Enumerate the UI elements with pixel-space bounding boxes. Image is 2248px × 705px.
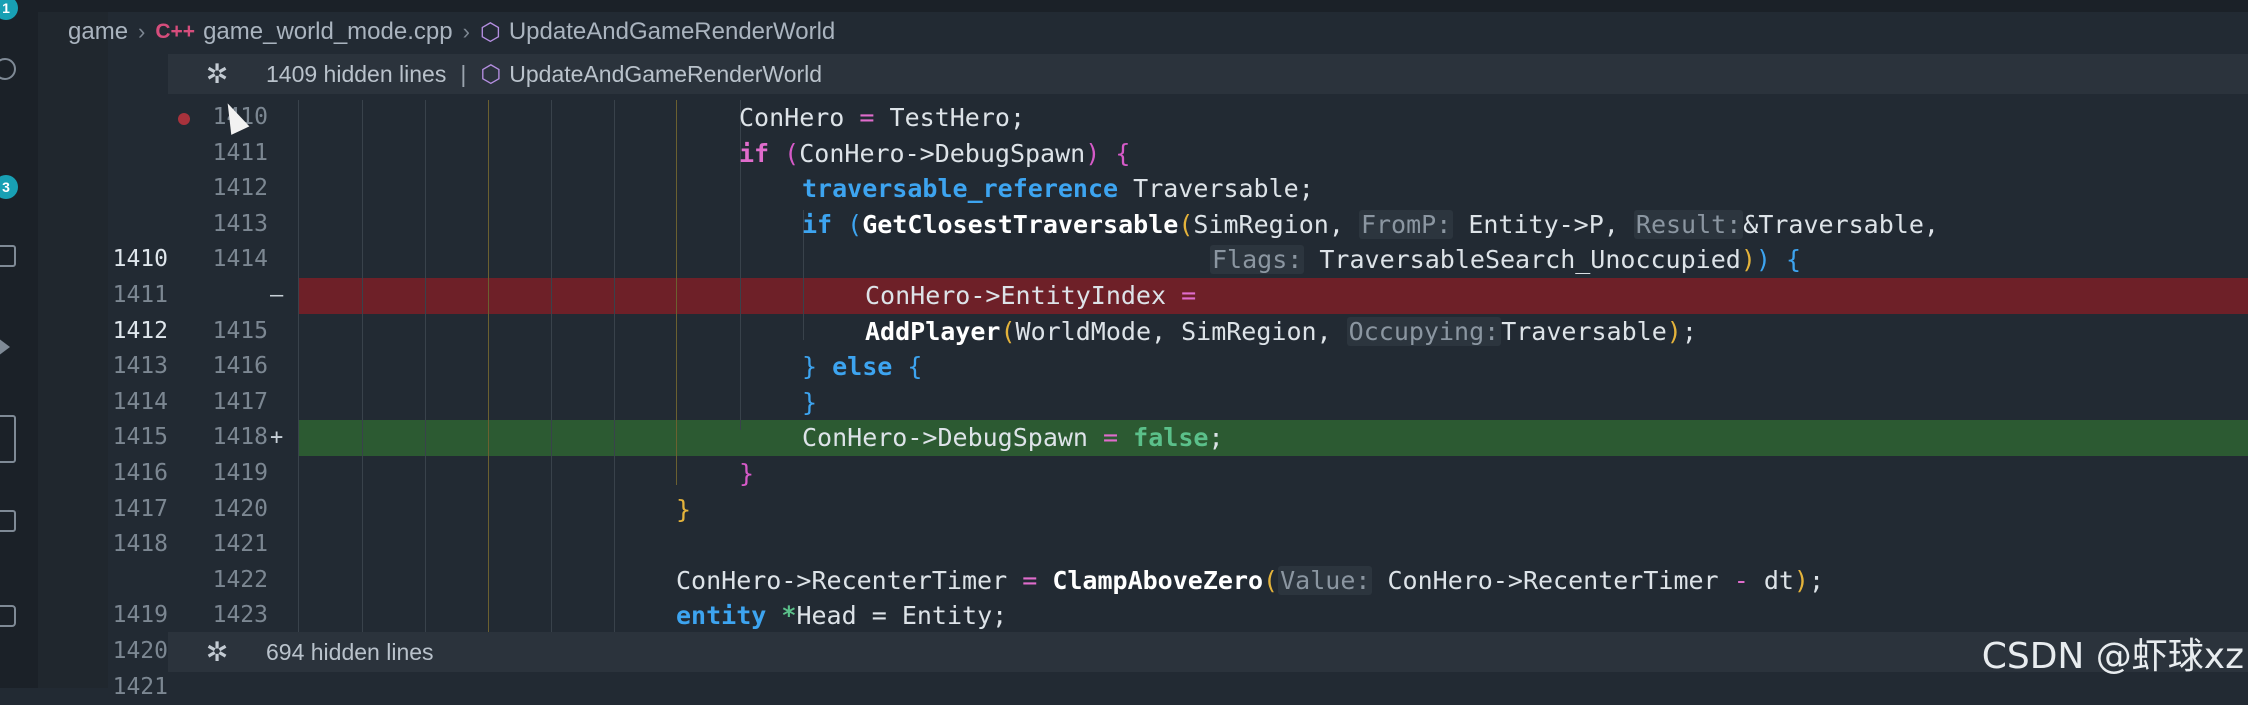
original-line-number [100, 563, 168, 599]
modified-line-number: 1414 [212, 246, 268, 273]
indent-guide [298, 100, 299, 632]
original-line-number: 1416 [112, 460, 168, 486]
indent-guide [362, 100, 363, 632]
inlay-hint: Flags: [1210, 245, 1305, 275]
hidden-lines-count: 694 hidden lines [266, 638, 434, 665]
modified-line-number: 1421 [212, 531, 268, 558]
code-line: } [802, 387, 818, 417]
original-line-number [100, 136, 168, 172]
modified-line-number: 1411 [212, 139, 268, 166]
original-line-number: 1418 [112, 531, 168, 558]
code-row[interactable]: 1419 1423 [0, 598, 2248, 634]
code-row[interactable]: 1413 1416 [0, 349, 2248, 385]
original-line-number [100, 171, 168, 207]
code-line: AddPlayer(WorldMode, SimRegion, Occupyin… [865, 316, 1697, 346]
code-line: entity *Head = Entity; [676, 601, 1008, 631]
code-line: } else { [802, 352, 923, 382]
code-line: } [676, 494, 692, 524]
hidden-lines-bar-bottom[interactable]: ✲ 694 hidden lines [168, 632, 2248, 672]
inlay-hint: Value: [1278, 565, 1373, 595]
indent-guide [614, 100, 615, 632]
code-line: Flags: TraversableSearch_Unoccupied)) { [1210, 245, 1802, 275]
original-line-number: 1417 [112, 495, 168, 522]
code-line: ConHero->RecenterTimer = ClampAboveZero(… [676, 565, 1825, 595]
modified-line-number: 1423 [212, 602, 268, 629]
indent-guide [488, 100, 489, 632]
notification-badge[interactable]: 1 [0, 0, 18, 20]
minus-icon: — [270, 283, 284, 308]
original-line-number [100, 207, 168, 243]
code-row[interactable]: 1418 1421 [0, 527, 2248, 563]
modified-line-number: 1422 [212, 566, 268, 593]
inlay-hint: FromP: [1358, 209, 1454, 239]
modified-line-number: 1416 [212, 353, 268, 380]
modified-line-number: 1413 [212, 210, 268, 237]
code-row[interactable]: 1410 1414 [0, 242, 2248, 278]
original-line-number: 1413 [112, 353, 168, 380]
code-line: traversable_reference Traversable; [802, 174, 1314, 204]
modified-line-number [198, 670, 268, 705]
chevron-right-icon: › [462, 19, 470, 44]
original-line-number [100, 100, 168, 136]
hidden-lines-count: 1409 hidden lines [266, 60, 447, 87]
code-line: if (ConHero->DebugSpawn) { [739, 138, 1131, 168]
breadcrumb-file[interactable]: game_world_mode.cpp [203, 18, 452, 46]
modified-line-number: 1419 [212, 460, 268, 486]
watermark: CSDN @虾球xz [1981, 636, 2244, 677]
modified-line-number: 1412 [212, 175, 268, 202]
tab-strip [38, 0, 2248, 12]
modified-line-number: 1415 [212, 317, 268, 344]
method-cube-icon: ⬡ [479, 18, 501, 46]
diff-highlight [298, 278, 2248, 314]
inlay-hint: Occupying: [1346, 316, 1502, 346]
code-row[interactable]: 1414 1417 [0, 385, 2248, 421]
indent-guide [551, 100, 552, 632]
chevron-right-icon: › [138, 19, 146, 44]
original-line-number: 1410 [112, 246, 168, 273]
original-line-number: 1411 [112, 282, 168, 308]
modified-line-number: 1418 [212, 424, 268, 451]
original-line-number: 1415 [112, 424, 168, 451]
search-icon[interactable] [0, 58, 16, 80]
code-line: if (GetClosestTraversable(SimRegion, Fro… [802, 209, 1939, 239]
code-line: ConHero = TestHero; [739, 103, 1026, 132]
code-row[interactable]: 1421 [0, 670, 2248, 705]
indent-guide [676, 100, 677, 485]
breadcrumb-symbol[interactable]: UpdateAndGameRenderWorld [509, 18, 835, 46]
code-row[interactable]: 1417 1420 [0, 492, 2248, 528]
hidden-lines-symbol: UpdateAndGameRenderWorld [509, 60, 823, 87]
breadcrumb-folder[interactable]: game [68, 18, 128, 46]
method-cube-icon: ⬡ [480, 60, 502, 88]
original-line-number: 1419 [112, 602, 168, 629]
diff-editor[interactable]: 1410 1411 1412 1413 1410 1414 1411 — 1412 1415 141… [0, 100, 2248, 700]
modified-line-number: 1420 [212, 495, 268, 522]
code-row[interactable]: 1410 [0, 100, 2248, 136]
hidden-lines-bar-top[interactable]: ✲ 1409 hidden lines | ⬡ UpdateAndGameRen… [168, 54, 2248, 94]
code-line: } [739, 459, 755, 488]
original-line-number: 1412 [112, 317, 168, 344]
fold-icon[interactable]: ✲ [168, 59, 266, 90]
breadcrumb: game › C++ game_world_mode.cpp › ⬡ Updat… [68, 14, 835, 50]
code-line: ConHero->DebugSpawn = false; [802, 423, 1224, 453]
indent-guide [425, 100, 426, 632]
original-line-number: 1421 [112, 673, 168, 700]
inlay-hint: Result: [1633, 209, 1744, 239]
code-row[interactable]: 1416 1419 [0, 456, 2248, 492]
original-line-number: 1420 [112, 638, 168, 664]
fold-icon[interactable]: ✲ [168, 637, 266, 668]
code-line: ConHero->EntityIndex = [865, 281, 1197, 310]
modified-line-number [198, 278, 268, 314]
breakpoint-icon[interactable] [178, 113, 190, 125]
cpp-file-icon: C++ [155, 20, 196, 43]
diff-highlight [298, 420, 2248, 456]
plus-icon: + [270, 425, 284, 451]
modified-line-number: 1417 [212, 388, 268, 415]
original-line-number: 1414 [112, 388, 168, 415]
